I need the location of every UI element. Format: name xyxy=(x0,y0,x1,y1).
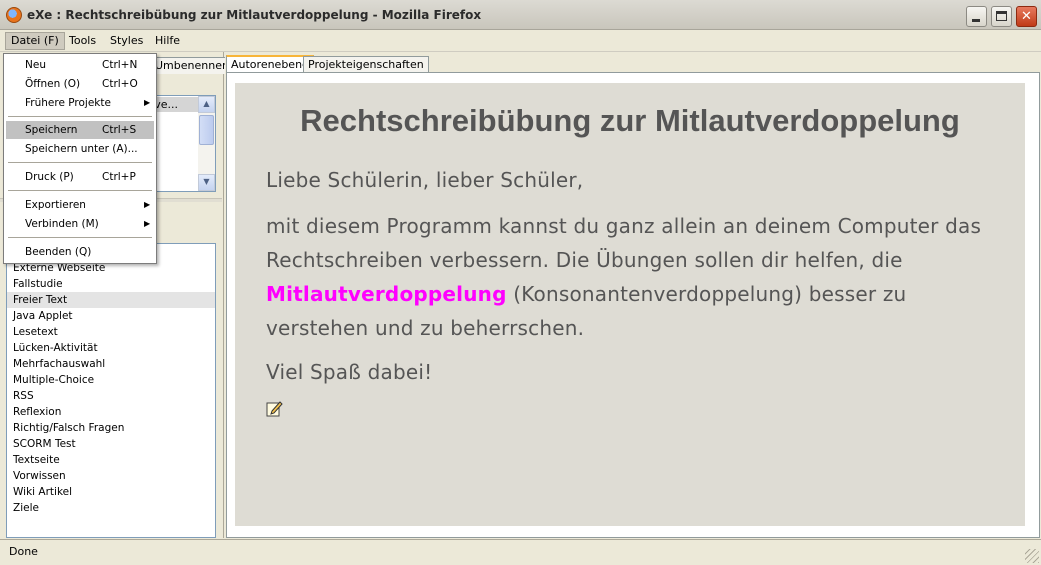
idevice-item[interactable]: Ziele xyxy=(7,500,215,516)
idevice-item[interactable]: Reflexion xyxy=(7,404,215,420)
status-bar: Done xyxy=(0,539,1041,565)
menu-item-verbinden[interactable]: Verbinden (M) ▶ xyxy=(6,215,154,233)
closing-text: Viel Spaß dabei! xyxy=(266,360,433,384)
menu-datei[interactable]: Datei (F) xyxy=(5,32,65,50)
rename-button[interactable]: Umbenennen xyxy=(150,57,234,74)
idevice-item[interactable]: Lesetext xyxy=(7,324,215,340)
content-area: Rechtschreibübung zur Mitlautverdoppelun… xyxy=(235,83,1025,526)
menu-item-label: Speichern unter (A)... xyxy=(25,143,138,155)
greeting-text: Liebe Schülerin, lieber Schüler, xyxy=(266,168,584,192)
menu-item-label: Verbinden (M) xyxy=(25,218,99,230)
menu-item-exportieren[interactable]: Exportieren ▶ xyxy=(6,196,154,214)
idevice-item[interactable]: Fallstudie xyxy=(7,276,215,292)
menu-item-label: Neu xyxy=(25,59,46,71)
menu-separator xyxy=(8,237,152,238)
submenu-arrow-icon: ▶ xyxy=(144,98,151,107)
minimize-button[interactable] xyxy=(966,6,987,27)
menu-item-speichern-unter[interactable]: Speichern unter (A)... xyxy=(6,140,154,158)
body-text: mit diesem Programm kannst du ganz allei… xyxy=(266,209,986,345)
maximize-button[interactable] xyxy=(991,6,1012,27)
menu-item-label: Exportieren xyxy=(25,199,86,211)
tab-bar: Autorenebene Projekteigenschaften xyxy=(225,55,1041,74)
menu-item-label: Speichern xyxy=(25,124,78,136)
idevice-item[interactable]: Multiple-Choice xyxy=(7,372,215,388)
window-title: eXe : Rechtschreibübung zur Mitlautverdo… xyxy=(27,8,482,22)
highlight-word: Mitlautverdoppelung xyxy=(266,282,507,306)
idevice-item[interactable]: Wiki Artikel xyxy=(7,484,215,500)
menu-bar: Datei (F) Tools Styles Hilfe xyxy=(0,30,1041,52)
status-text: Done xyxy=(9,545,38,558)
outline-scrollbar[interactable]: ▲ ▼ xyxy=(198,96,215,191)
title-bar: eXe : Rechtschreibübung zur Mitlautverdo… xyxy=(0,0,1041,30)
menu-item-neu[interactable]: Neu Ctrl+N xyxy=(6,56,154,74)
menu-item-label: Druck (P) xyxy=(25,171,74,183)
idevice-item[interactable]: Vorwissen xyxy=(7,468,215,484)
body-text-start: mit diesem Programm kannst du ganz allei… xyxy=(266,214,982,272)
close-icon: ✕ xyxy=(1021,9,1032,24)
idevice-item[interactable]: SCORM Test xyxy=(7,436,215,452)
menu-separator xyxy=(8,116,152,117)
page-title: Rechtschreibübung zur Mitlautverdoppelun… xyxy=(300,103,960,138)
menu-item-shortcut: Ctrl+S xyxy=(102,124,137,136)
menu-separator xyxy=(8,190,152,191)
file-menu-dropdown: Neu Ctrl+N Öffnen (O) Ctrl+O Frühere Pro… xyxy=(3,53,157,264)
idevice-list[interactable]: Bildergalerie Externe Webseite Fallstudi… xyxy=(6,243,216,538)
idevice-item[interactable]: Textseite xyxy=(7,452,215,468)
menu-item-label: Öffnen (O) xyxy=(25,78,81,90)
scroll-up-button[interactable]: ▲ xyxy=(198,96,215,113)
menu-styles[interactable]: Styles xyxy=(105,33,148,51)
menu-item-speichern[interactable]: Speichern Ctrl+S xyxy=(6,121,154,139)
menu-item-shortcut: Ctrl+N xyxy=(102,59,138,71)
submenu-arrow-icon: ▶ xyxy=(144,200,151,209)
menu-item-shortcut: Ctrl+P xyxy=(102,171,136,183)
right-pane: Autorenebene Projekteigenschaften Rechts… xyxy=(225,52,1041,538)
idevice-item[interactable]: Mehrfachauswahl xyxy=(7,356,215,372)
idevice-item[interactable]: Richtig/Falsch Fragen xyxy=(7,420,215,436)
idevice-item[interactable]: Java Applet xyxy=(7,308,215,324)
scroll-down-button[interactable]: ▼ xyxy=(198,174,215,191)
idevice-item[interactable]: Freier Text xyxy=(7,292,215,308)
menu-separator xyxy=(8,162,152,163)
menu-tools[interactable]: Tools xyxy=(64,33,101,51)
tab-properties[interactable]: Projekteigenschaften xyxy=(303,56,429,73)
maximize-icon xyxy=(996,11,1007,21)
minimize-icon xyxy=(972,19,980,22)
menu-item-oeffnen[interactable]: Öffnen (O) Ctrl+O xyxy=(6,75,154,93)
content-frame: Rechtschreibübung zur Mitlautverdoppelun… xyxy=(226,72,1040,538)
menu-item-label: Frühere Projekte xyxy=(25,97,111,109)
menu-item-label: Beenden (Q) xyxy=(25,246,92,258)
idevice-item[interactable]: Lücken-Aktivität xyxy=(7,340,215,356)
menu-item-druck[interactable]: Druck (P) Ctrl+P xyxy=(6,168,154,186)
firefox-icon xyxy=(6,7,22,23)
submenu-arrow-icon: ▶ xyxy=(144,219,151,228)
edit-icon[interactable] xyxy=(266,400,284,417)
menu-item-fruehere-projekte[interactable]: Frühere Projekte ▶ xyxy=(6,94,154,112)
menu-hilfe[interactable]: Hilfe xyxy=(150,33,185,51)
close-button[interactable]: ✕ xyxy=(1016,6,1037,27)
idevice-item[interactable]: RSS xyxy=(7,388,215,404)
resize-grip-icon[interactable] xyxy=(1025,549,1039,563)
menu-item-shortcut: Ctrl+O xyxy=(102,78,138,90)
menu-item-beenden[interactable]: Beenden (Q) xyxy=(6,243,154,261)
scroll-thumb[interactable] xyxy=(199,115,214,145)
